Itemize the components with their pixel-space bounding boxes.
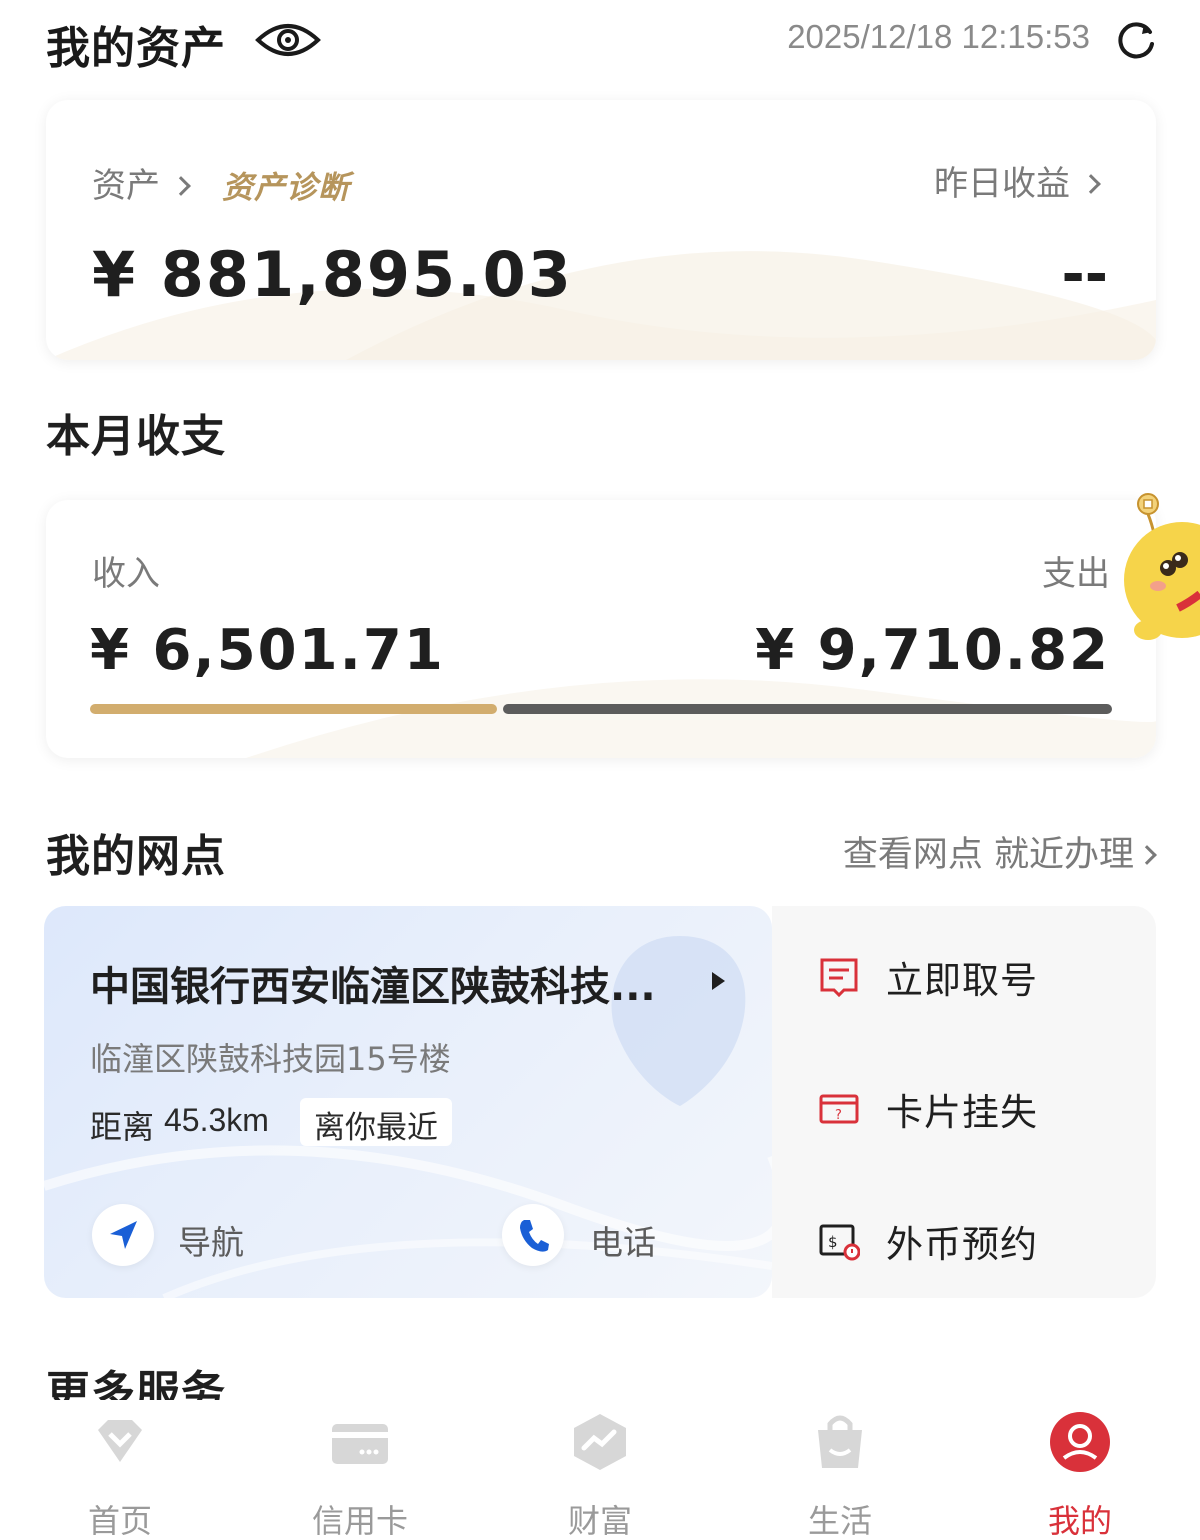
branch-section-title: 我的网点 — [46, 831, 226, 882]
service-foreign-currency[interactable]: $ 外币预约 — [818, 1214, 1038, 1268]
chevron-right-icon — [1081, 174, 1101, 194]
triangle-right-icon — [712, 972, 725, 990]
eye-icon[interactable] — [254, 16, 322, 64]
tab-home[interactable]: 首页 — [50, 1400, 190, 1540]
wave-decoration — [46, 251, 1156, 360]
view-branches-link[interactable]: 查看网点 就近办理 — [842, 826, 1157, 877]
tab-label: 信用卡 — [311, 1502, 408, 1540]
view-branches-label: 查看网点 就近办理 — [842, 835, 1134, 875]
svg-text:$: $ — [828, 1233, 838, 1251]
service-take-number[interactable]: 立即取号 — [818, 950, 1038, 1004]
monthly-section-title: 本月收支 — [46, 411, 226, 462]
branch-name[interactable]: 中国银行西安临潼区陕鼓科技... — [90, 954, 656, 1012]
expense-value: ¥ 9,710.82 — [755, 618, 1110, 683]
call-button[interactable] — [502, 1204, 564, 1266]
chevron-right-icon — [171, 176, 191, 196]
asset-value: ¥ 881,895.03 — [92, 238, 573, 311]
tab-label: 我的 — [1047, 1502, 1112, 1540]
home-diamond-icon — [98, 1420, 142, 1462]
branch-card[interactable]: 中国银行西安临潼区陕鼓科技... 临潼区陕鼓科技园15号楼 距离 45.3km … — [44, 906, 772, 1298]
income-bar — [90, 704, 497, 714]
income-value: ¥ 6,501.71 — [90, 618, 445, 683]
branch-services-panel: 立即取号 ? 卡片挂失 $ 外币预约 — [772, 906, 1156, 1298]
yesterday-earnings-link[interactable]: 昨日收益 — [934, 156, 1101, 205]
service-label: 外币预约 — [886, 1223, 1038, 1266]
queue-ticket-icon — [820, 958, 858, 998]
service-label: 卡片挂失 — [886, 1091, 1038, 1134]
call-label[interactable]: 电话 — [590, 1216, 656, 1264]
tab-label: 财富 — [567, 1502, 632, 1540]
service-label: 立即取号 — [886, 959, 1038, 1002]
nearest-badge: 离你最近 — [300, 1098, 452, 1146]
yesterday-earnings-label: 昨日收益 — [934, 164, 1070, 204]
asset-card[interactable]: 资产 资产诊断 昨日收益 ¥ 881,895.03 -- — [46, 100, 1156, 360]
tab-wealth[interactable]: 财富 — [530, 1400, 670, 1540]
asset-label-link[interactable]: 资产 — [92, 158, 191, 207]
yesterday-earnings-value: -- — [1061, 242, 1108, 307]
distance-value: 45.3km — [164, 1102, 269, 1138]
income-label: 收入 — [92, 554, 160, 594]
mascot-icon[interactable] — [1118, 490, 1200, 680]
page-title: 我的资产 — [46, 23, 226, 74]
wealth-icon — [574, 1414, 626, 1470]
profile-icon — [1050, 1412, 1110, 1472]
tab-credit-card[interactable]: 信用卡 — [290, 1400, 430, 1540]
timestamp: 2025/12/18 12:15:53 — [787, 18, 1090, 55]
credit-card-icon — [332, 1424, 388, 1464]
refresh-icon[interactable] — [1114, 18, 1158, 62]
shopping-bag-icon — [818, 1415, 862, 1468]
navigate-button[interactable] — [92, 1204, 154, 1266]
navigate-label[interactable]: 导航 — [178, 1216, 244, 1264]
expense-label: 支出 — [1042, 554, 1110, 594]
phone-icon — [520, 1220, 549, 1252]
asset-label: 资产 — [92, 166, 160, 206]
service-card-loss[interactable]: ? 卡片挂失 — [818, 1082, 1038, 1136]
asset-diagnosis-link[interactable]: 资产诊断 — [222, 162, 350, 207]
expense-bar — [503, 704, 1112, 714]
foreign-currency-icon: $ — [819, 1224, 860, 1261]
tab-life[interactable]: 生活 — [770, 1400, 910, 1540]
branch-address: 临潼区陕鼓科技园15号楼 — [90, 1040, 451, 1078]
tab-label: 首页 — [87, 1502, 152, 1540]
income-expense-card[interactable]: 收入 支出 ¥ 6,501.71 ¥ 9,710.82 — [46, 500, 1156, 758]
distance-label: 距离 — [90, 1108, 155, 1146]
bottom-tab-bar: 首页 信用卡 财富 生活 我的 — [0, 1400, 1200, 1540]
tab-mine[interactable]: 我的 — [1010, 1400, 1150, 1540]
navigation-arrow-icon — [110, 1221, 137, 1249]
svg-text:?: ? — [835, 1108, 842, 1123]
tab-label: 生活 — [807, 1502, 872, 1540]
chevron-right-icon — [1137, 845, 1157, 865]
card-loss-icon: ? — [819, 1094, 859, 1124]
